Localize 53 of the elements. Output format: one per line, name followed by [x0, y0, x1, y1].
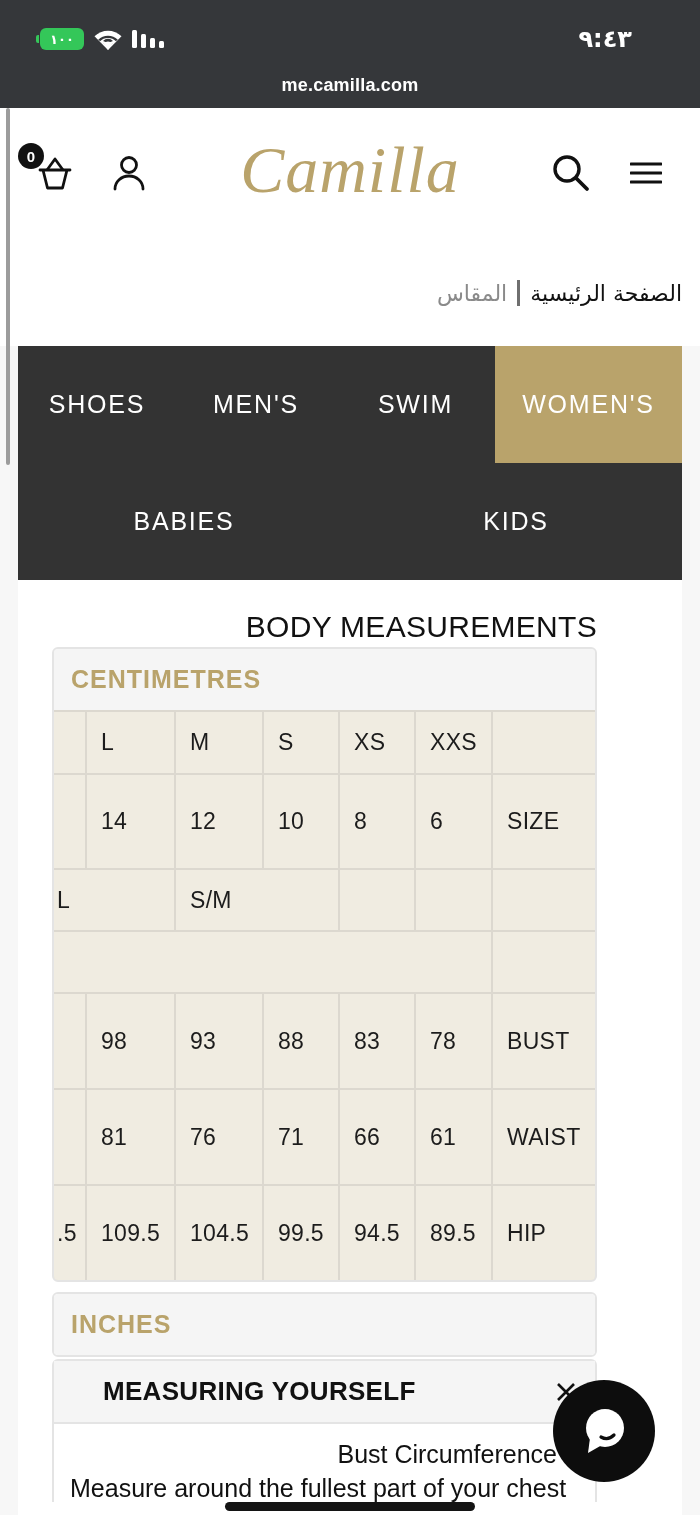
table-cell: 10: [264, 775, 338, 868]
table-cell: 14: [87, 775, 174, 868]
category-tab[interactable]: MEN'S: [176, 346, 336, 463]
table-cell: 81: [87, 1090, 174, 1184]
battery-indicator: ١٠٠: [36, 28, 84, 50]
table-cell: 98: [87, 994, 174, 1088]
table-cell: WAIST: [493, 1090, 595, 1184]
table-cell: 76: [176, 1090, 262, 1184]
category-tab[interactable]: KIDS: [350, 463, 682, 580]
breadcrumb-current: المقاس: [436, 280, 508, 306]
table-cell: S: [264, 712, 338, 773]
status-time: ٩:٤٣: [578, 27, 632, 51]
table-cell: 93: [176, 994, 262, 1088]
table-cell: 78: [416, 994, 491, 1088]
table-cell: 8: [340, 775, 414, 868]
table-cell: 88: [264, 994, 338, 1088]
category-tab[interactable]: BABIES: [18, 463, 350, 580]
wifi-icon: [94, 28, 122, 50]
breadcrumb-link[interactable]: الصفحة الرئيسية: [530, 280, 682, 306]
table-cell: 66: [340, 1090, 414, 1184]
signal-icon: [132, 30, 165, 48]
measurement-heading: Bust Circumference: [337, 1440, 557, 1468]
table-cell: S/M: [176, 870, 338, 930]
table-cell: 99.5: [264, 1186, 338, 1280]
page-title: BODY MEASUREMENTS: [244, 609, 597, 645]
table-cell: BUST: [493, 994, 595, 1088]
table-cell: SIZE: [493, 775, 595, 868]
cart-count-badge: 0: [18, 143, 44, 169]
table-cell: L: [54, 870, 174, 930]
menu-icon[interactable]: [630, 162, 662, 184]
table-cell: 61: [416, 1090, 491, 1184]
table-cell: L: [87, 712, 174, 773]
address-bar-url[interactable]: me.camilla.com: [281, 74, 419, 96]
category-tab[interactable]: SWIM: [336, 346, 495, 463]
table-cell: .5: [54, 1186, 85, 1280]
search-icon[interactable]: [552, 154, 590, 192]
category-tab[interactable]: SHOES: [18, 346, 176, 463]
basket-icon[interactable]: [38, 155, 72, 191]
table-cell: M: [176, 712, 262, 773]
table-cell: 94.5: [340, 1186, 414, 1280]
table-cell: XXS: [416, 712, 491, 773]
user-icon[interactable]: [112, 155, 146, 191]
section-title: MEASURING YOURSELF: [103, 1376, 416, 1407]
table-cell: 6: [416, 775, 491, 868]
table-cell: 109.5: [87, 1186, 174, 1280]
table-cell: 83: [340, 994, 414, 1088]
table-cell: 89.5: [416, 1186, 491, 1280]
table-cell: HIP: [493, 1186, 595, 1280]
table-cell: XS: [340, 712, 414, 773]
table-cell: 12: [176, 775, 262, 868]
table-cell: 71: [264, 1090, 338, 1184]
measurement-text: Measure around the fullest part of your chest: [70, 1474, 567, 1502]
table-cell: 104.5: [176, 1186, 262, 1280]
